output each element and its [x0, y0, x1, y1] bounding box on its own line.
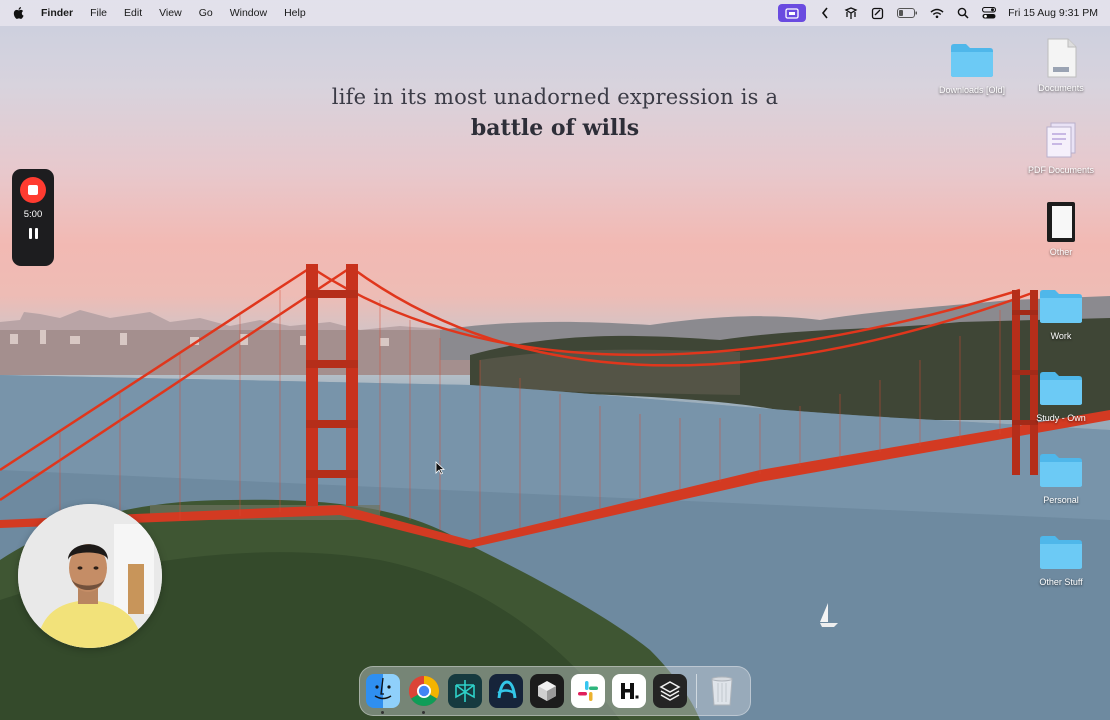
hashnode-icon: [621, 683, 639, 699]
menu-go[interactable]: Go: [199, 7, 213, 19]
dock-hashnode[interactable]: [612, 674, 646, 708]
menu-clock[interactable]: Fri 15 Aug 9:31 PM: [1008, 7, 1098, 19]
notebook-icon: [1047, 202, 1075, 242]
screen-record-icon[interactable]: [778, 4, 807, 22]
ai-assistant-icon[interactable]: [844, 6, 858, 20]
webcam-bubble[interactable]: [18, 504, 162, 648]
menu-bar: Finder File Edit View Go Window Help Fri…: [0, 0, 1110, 26]
trash-icon: [711, 676, 733, 706]
mouse-cursor-icon: [435, 461, 445, 475]
desktop-icon-label: Study - Own: [1036, 413, 1086, 423]
desktop-icon-label: PDF Documents: [1027, 165, 1095, 175]
dock-cube-app[interactable]: [530, 674, 564, 708]
perplexity-icon: [455, 680, 475, 702]
battery-icon[interactable]: [896, 6, 918, 20]
dock-finder[interactable]: [366, 674, 400, 714]
desktop-folder-personal[interactable]: Personal: [1018, 448, 1104, 505]
desktop-icon-label: Other Stuff: [1039, 577, 1083, 587]
wifi-icon[interactable]: [930, 6, 944, 20]
desktop-folder-other-stuff[interactable]: Other Stuff: [1018, 530, 1104, 587]
desktop-icon-label: Work: [1050, 331, 1072, 341]
menu-view[interactable]: View: [159, 7, 182, 19]
slack-icon: [578, 681, 598, 701]
desktop-folder-work[interactable]: Work: [1018, 284, 1104, 341]
desktop-file-pdf-documents[interactable]: PDF Documents: [1018, 118, 1104, 175]
desktop-folder-study-own[interactable]: Study - Own: [1018, 366, 1104, 423]
chrome-icon: [408, 676, 440, 707]
menu-help[interactable]: Help: [284, 7, 306, 19]
menu-edit[interactable]: Edit: [124, 7, 142, 19]
dock-trash[interactable]: [705, 674, 739, 708]
control-center-icon[interactable]: [982, 6, 997, 20]
menu-app-finder[interactable]: Finder: [41, 7, 73, 19]
desktop-folder-downloads-old[interactable]: Downloads [Old]: [929, 38, 1015, 95]
dock-layers-app[interactable]: [653, 674, 687, 708]
recording-controls: 5:00: [12, 169, 54, 266]
desktop-file-other[interactable]: Other: [1018, 200, 1104, 257]
search-icon[interactable]: [956, 6, 970, 20]
finder-icon: [374, 677, 392, 700]
dock-slack[interactable]: [571, 674, 605, 708]
folder-icon: [1040, 536, 1082, 569]
document-icon: [1047, 38, 1077, 78]
stop-recording-button[interactable]: [20, 177, 46, 203]
notes-icon[interactable]: [870, 6, 884, 20]
desktop-file-documents[interactable]: Documents: [1018, 36, 1104, 93]
arc-icon: [497, 680, 517, 699]
pdf-stack-icon: [1046, 122, 1076, 158]
layers-app-icon: [659, 681, 681, 701]
desktop-icon-label: Personal: [1043, 495, 1079, 505]
recording-timer: 5:00: [23, 209, 43, 220]
folder-icon: [1040, 290, 1082, 323]
quote-line-2: battle of wills: [470, 115, 640, 141]
webcam-person: [18, 504, 162, 648]
dock-separator: [696, 674, 697, 708]
stop-icon: [28, 185, 38, 195]
cube-app-icon: [538, 681, 556, 701]
desktop-icon-label: Downloads [Old]: [938, 85, 1006, 95]
menu-file[interactable]: File: [90, 7, 107, 19]
pause-icon[interactable]: [28, 228, 38, 239]
folder-icon: [1040, 454, 1082, 487]
desktop-icon-label: Documents: [1038, 83, 1084, 93]
dock-perplexity[interactable]: [448, 674, 482, 708]
folder-icon: [951, 44, 993, 77]
desktop-icon-label: Other: [1049, 247, 1073, 257]
dock-arc[interactable]: [489, 674, 523, 708]
dock-chrome[interactable]: [407, 674, 441, 714]
folder-icon: [1040, 372, 1082, 405]
dock: [359, 666, 751, 716]
menu-window[interactable]: Window: [230, 7, 267, 19]
apple-icon[interactable]: [12, 6, 24, 20]
chevron-left-icon[interactable]: [818, 6, 832, 20]
